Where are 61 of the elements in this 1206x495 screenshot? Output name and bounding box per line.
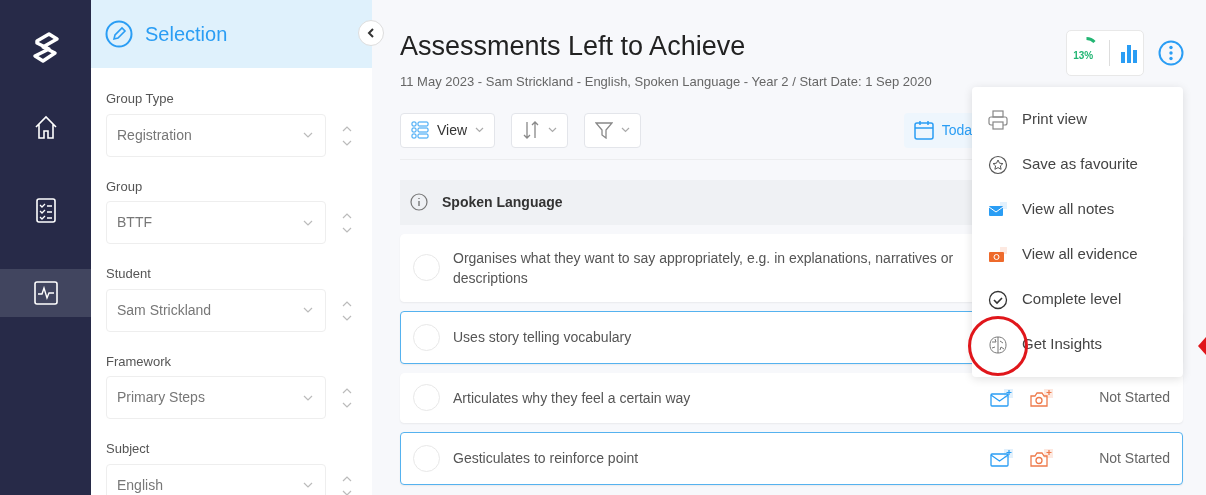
- sort-dropdown[interactable]: [511, 112, 569, 148]
- field-label: Group Type: [106, 90, 175, 108]
- assessment-text: Organises what they want to say appropriately, e.g. in explanations, narratives or descriptions: [453, 248, 955, 288]
- spinner-arrows-icon[interactable]: [342, 212, 352, 235]
- mail-plus-icon: [990, 448, 1015, 469]
- select-field[interactable]: Sam Strickland: [106, 288, 326, 332]
- progress-arc: [1084, 36, 1096, 43]
- caret-icon: [621, 127, 631, 134]
- caret-icon: [475, 127, 485, 134]
- chevron-down-icon: [303, 219, 313, 226]
- field-label: Group: [106, 177, 144, 196]
- select-field[interactable]: Registration: [106, 113, 326, 157]
- spinner-arrows-icon[interactable]: [342, 124, 352, 147]
- spinner-arrows-icon[interactable]: [342, 387, 352, 410]
- chevron-down-icon: [303, 132, 313, 138]
- pencil-icon: [105, 20, 133, 48]
- status-text: Not Started: [1099, 448, 1170, 468]
- chevron-down-icon: [303, 394, 313, 401]
- caret-icon: [548, 127, 558, 134]
- printer-icon: [988, 109, 1008, 130]
- camera-plus-icon: [1030, 448, 1055, 469]
- status-text: Not Started: [1099, 388, 1170, 408]
- logo-icon: [30, 30, 61, 65]
- field-label: Student: [106, 265, 152, 283]
- bar-chart-icon: [1118, 43, 1139, 63]
- assessment-text: Articulates why they feel a certain way: [453, 388, 692, 408]
- assessment-text: Uses story telling vocabulary: [453, 328, 633, 348]
- chevron-down-icon: [303, 482, 313, 488]
- chevron-left-icon: [367, 28, 375, 38]
- field-label: Subject: [106, 440, 151, 458]
- spinner-arrows-icon[interactable]: [342, 299, 352, 322]
- panel-title: Selection: [145, 22, 228, 47]
- camera-plus-icon: [1030, 387, 1055, 408]
- annotation-arrow: [1198, 337, 1206, 355]
- check-circle-icon: [988, 289, 1008, 310]
- filter-icon: [595, 121, 614, 140]
- sort-icon: [522, 121, 541, 140]
- progress-label: 13%: [1073, 49, 1094, 63]
- menu-item[interactable]: View all evidence: [972, 232, 1183, 277]
- list-icon: [411, 121, 429, 140]
- info-icon: [410, 193, 428, 212]
- select-field[interactable]: English: [106, 463, 326, 495]
- camera-icon: [988, 244, 1008, 265]
- brain-icon: [988, 334, 1008, 355]
- view-dropdown[interactable]: View: [400, 112, 496, 148]
- pulse-icon: [31, 279, 60, 307]
- select-field[interactable]: BTTF: [106, 201, 326, 244]
- assessment-text: Gesticulates to reinforce point: [453, 449, 640, 469]
- spinner-arrows-icon[interactable]: [342, 474, 352, 495]
- chevron-down-icon: [303, 307, 313, 313]
- filter-dropdown[interactable]: [584, 112, 642, 148]
- page-subtitle: 11 May 2023 - Sam Strickland - English, Spoken Language - Year 2 / Start Date: 1 Sep 2020: [400, 73, 933, 92]
- assessment-row[interactable]: Gesticulates to reinforce point Not Started: [400, 431, 1183, 485]
- page-title: Assessments Left to Achieve: [400, 30, 746, 63]
- calendar-icon: [913, 120, 934, 141]
- assessment-row[interactable]: Articulates why they feel a certain way Not Started: [400, 372, 1183, 423]
- nav-item[interactable]: [0, 269, 91, 317]
- field-label: Framework: [106, 352, 172, 371]
- mail-plus-icon: [990, 387, 1015, 408]
- select-field[interactable]: Primary Steps: [106, 376, 326, 419]
- more-icon[interactable]: [1158, 40, 1184, 66]
